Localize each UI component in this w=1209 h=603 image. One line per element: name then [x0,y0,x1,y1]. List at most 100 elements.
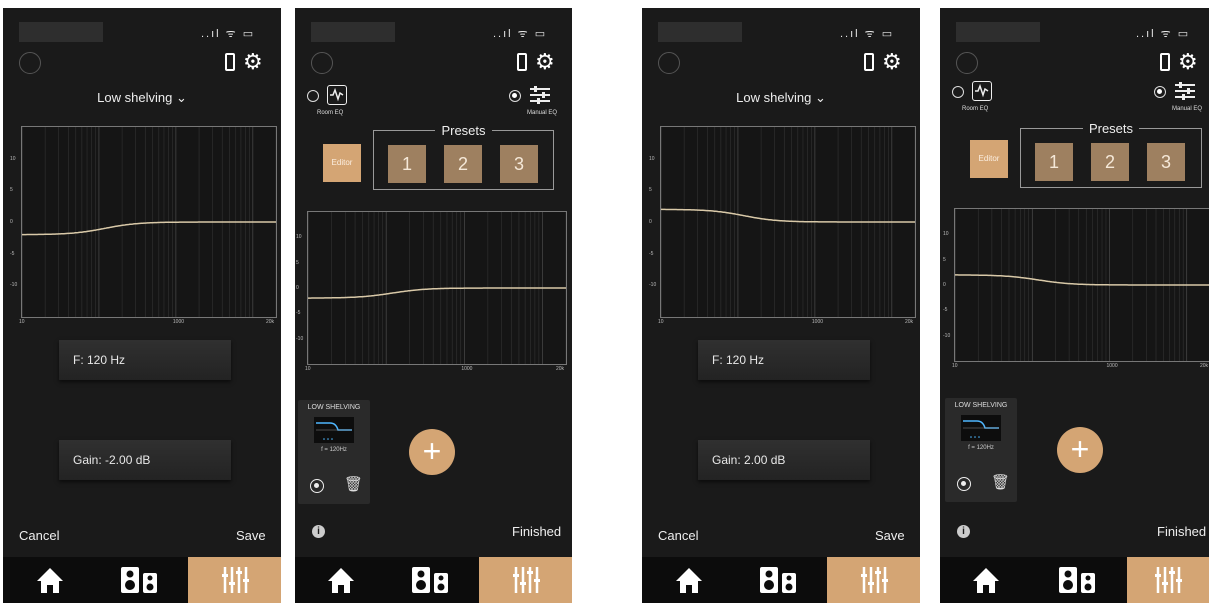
filter-thumbnail [314,417,354,443]
presets-title: Presets [1021,120,1201,138]
speakers-icon [412,567,448,593]
preset-2-button[interactable]: 2 [1091,143,1129,181]
save-button[interactable]: Save [236,528,266,543]
gain-field[interactable]: Gain: -2.00 dB [59,440,231,480]
finished-button[interactable]: Finished [512,524,561,539]
nav-home[interactable] [295,557,387,603]
eq-sliders-icon [221,567,249,593]
x-tick-label: 10 [658,319,664,325]
phone-icon[interactable] [1160,53,1170,71]
eq-graph: 10 5 0 -5 -10 10 1000 20k [943,208,1209,369]
y-tick-label: 10 [296,234,302,241]
filter-type-label: Low shelving [736,90,812,105]
bottom-nav [940,557,1209,603]
chevron-down-icon: ⌄ [175,90,187,105]
gear-icon[interactable]: ⚙ [882,51,902,73]
nav-eq[interactable] [827,557,920,603]
brand-logo [19,52,41,74]
nav-home[interactable] [940,557,1032,603]
nav-speakers[interactable] [96,557,188,603]
y-tick-label: 10 [649,155,655,162]
preset-1-button[interactable]: 1 [1035,143,1073,181]
editor-button[interactable]: Editor [970,140,1008,178]
cancel-button[interactable]: Cancel [19,528,59,543]
frequency-field[interactable]: F: 120 Hz [698,340,870,380]
trash-icon[interactable]: 🗑 [991,473,1010,491]
info-icon[interactable]: i [312,525,325,538]
gear-icon[interactable]: ⚙ [1178,51,1198,73]
nav-home[interactable] [3,557,96,603]
finished-button[interactable]: Finished [1157,524,1206,539]
manual-eq-icon[interactable] [529,85,551,105]
x-tick-label: 1000 [461,366,473,372]
phone-icon[interactable] [864,53,874,71]
home-icon [36,568,63,593]
manual-eq-radio[interactable] [1154,86,1166,98]
presets-group: Presets 1 2 3 [373,123,554,190]
preset-3-button[interactable]: 3 [500,145,538,183]
status-bar-redacted [19,22,103,42]
filter-card[interactable]: LOW SHELVING f = 120Hz 🗑 [298,400,370,504]
phone-screen-manual-eq: ..ıl ᯤ ▭ ⚙ Room EQ Manual EQ Editor Pres… [295,8,572,603]
eq-graph-plot [661,127,915,317]
y-tick-label: -5 [296,310,301,317]
home-icon [675,568,702,593]
manual-eq-icon[interactable] [1174,81,1196,101]
y-tick-label: 10 [943,231,949,238]
nav-eq[interactable] [1127,557,1209,603]
y-tick-label: -10 [943,332,951,339]
nav-speakers[interactable] [387,557,479,603]
add-filter-button[interactable]: + [1057,427,1103,473]
home-icon [973,568,999,593]
y-tick-label: 5 [296,259,299,266]
y-tick-label: 10 [10,155,16,162]
manual-eq-label: Manual EQ [1172,106,1203,112]
room-eq-radio[interactable] [952,86,964,98]
save-button[interactable]: Save [875,528,905,543]
editor-button[interactable]: Editor [323,144,361,182]
nav-eq[interactable] [479,557,572,603]
eq-curve [661,208,915,223]
filter-type-dropdown[interactable]: Low shelving ⌄ [642,90,920,106]
trash-icon[interactable]: 🗑 [344,475,363,493]
preset-1-button[interactable]: 1 [388,145,426,183]
eq-sliders-icon [512,567,540,593]
status-icons: ..ıl ᯤ ▭ [1136,28,1191,40]
speakers-icon [1058,567,1095,593]
status-icons: ..ıl ᯤ ▭ [201,28,256,40]
gain-field[interactable]: Gain: 2.00 dB [698,440,870,480]
x-tick-label: 10 [305,366,311,372]
nav-home[interactable] [642,557,735,603]
add-filter-button[interactable]: + [409,429,455,475]
nav-speakers[interactable] [1032,557,1127,603]
gear-icon[interactable]: ⚙ [243,51,263,73]
filter-card-title: LOW SHELVING [954,402,1008,409]
gear-icon[interactable]: ⚙ [535,51,555,73]
eq-sliders-icon [860,567,888,593]
filter-card[interactable]: LOW SHELVING f = 120Hz 🗑 [945,398,1017,502]
frequency-field[interactable]: F: 120 Hz [59,340,231,380]
record-icon[interactable] [310,479,324,493]
y-tick-label: 0 [296,285,299,291]
preset-3-button[interactable]: 3 [1147,143,1185,181]
eq-graph: 10 5 0 -5 -10 10 1000 20k [649,126,916,325]
room-eq-icon[interactable] [327,85,347,105]
phone-icon[interactable] [517,53,527,71]
manual-eq-radio[interactable] [509,90,521,102]
cancel-button[interactable]: Cancel [658,528,698,543]
preset-2-button[interactable]: 2 [444,145,482,183]
info-icon[interactable]: i [957,525,970,538]
room-eq-label: Room EQ [317,110,344,116]
filter-card-frequency: f = 120Hz [968,445,994,451]
status-bar-redacted [658,22,742,42]
x-tick-label: 20k [1200,363,1209,369]
room-eq-icon[interactable] [972,81,992,101]
y-tick-label: -5 [649,250,654,257]
nav-eq[interactable] [188,557,281,603]
phone-icon[interactable] [225,53,235,71]
status-icons: ..ıl ᯤ ▭ [840,28,895,40]
nav-speakers[interactable] [735,557,827,603]
record-icon[interactable] [957,477,971,491]
room-eq-radio[interactable] [307,90,319,102]
filter-type-dropdown[interactable]: Low shelving ⌄ [3,90,281,106]
